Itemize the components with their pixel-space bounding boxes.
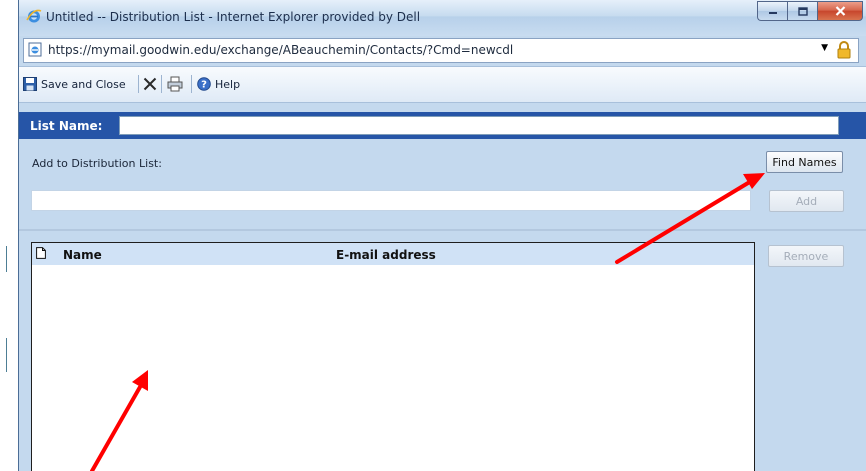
close-icon (835, 6, 845, 16)
toolbar: Save and Close ? Help (19, 66, 866, 103)
column-header-name[interactable]: Name (63, 248, 102, 262)
backdrop-edge (6, 338, 7, 372)
minimize-button[interactable] (757, 1, 787, 21)
save-and-close-button[interactable]: Save and Close (23, 74, 126, 94)
save-and-close-label: Save and Close (41, 77, 126, 91)
remove-button[interactable]: Remove (768, 245, 844, 267)
delete-button[interactable] (143, 74, 157, 94)
toolbar-separator (138, 75, 139, 93)
page-icon (28, 42, 42, 57)
section-divider (19, 229, 866, 231)
address-dropdown-icon[interactable]: ▼ (821, 43, 828, 53)
add-button[interactable]: Add (769, 190, 844, 212)
list-name-label: List Name: (30, 119, 103, 133)
item-type-icon (36, 247, 46, 259)
backdrop-edge (6, 246, 7, 272)
find-names-label: Find Names (772, 155, 837, 169)
find-names-button[interactable]: Find Names (766, 151, 843, 173)
recipient-input[interactable] (31, 190, 751, 211)
toolbar-separator (191, 75, 192, 93)
delete-icon (143, 77, 157, 91)
print-button[interactable] (167, 74, 183, 94)
close-button[interactable] (817, 1, 863, 21)
save-icon (23, 77, 37, 91)
list-name-bar: List Name: (19, 112, 866, 139)
column-header-email[interactable]: E-mail address (336, 248, 436, 262)
help-icon: ? (197, 77, 211, 91)
add-to-list-label: Add to Distribution List: (32, 157, 162, 170)
members-grid: Name E-mail address (31, 242, 755, 471)
ie-logo-icon (26, 9, 42, 23)
maximize-icon (797, 6, 808, 16)
help-button[interactable]: ? Help (197, 74, 240, 94)
list-name-input[interactable] (119, 116, 839, 135)
add-label: Add (795, 194, 818, 208)
help-label: Help (215, 77, 241, 91)
maximize-button[interactable] (787, 1, 817, 21)
minimize-icon (768, 12, 777, 14)
address-bar[interactable]: https://mymail.goodwin.edu/exchange/ABea… (23, 38, 859, 63)
lock-icon[interactable] (836, 41, 852, 59)
ie-window: Untitled -- Distribution List - Internet… (18, 0, 866, 471)
title-bar: Untitled -- Distribution List - Internet… (19, 0, 866, 36)
caption-buttons (757, 1, 863, 21)
grid-header: Name E-mail address (32, 243, 754, 265)
remove-label: Remove (783, 249, 829, 263)
svg-text:?: ? (201, 80, 207, 91)
window-title: Untitled -- Distribution List - Internet… (46, 10, 421, 24)
url-text: https://mymail.goodwin.edu/exchange/ABea… (48, 43, 514, 57)
toolbar-separator (161, 75, 162, 93)
print-icon (167, 76, 183, 92)
